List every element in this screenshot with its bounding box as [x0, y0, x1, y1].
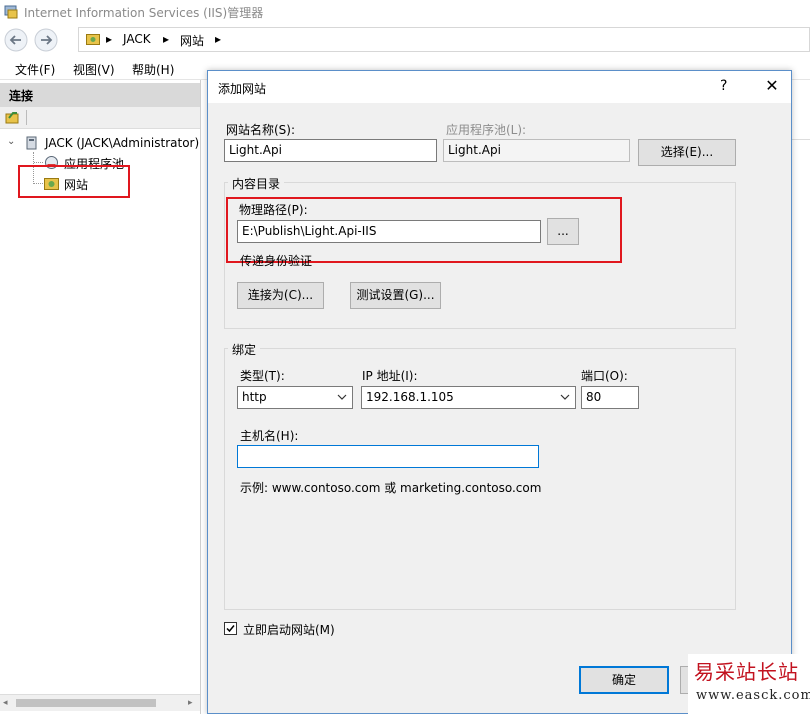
site-name-input[interactable]: Light.Api: [224, 139, 437, 162]
start-immediately-label[interactable]: 立即启动网站(M): [243, 621, 335, 638]
back-arrow-icon: [4, 28, 28, 52]
server-icon: [25, 136, 39, 153]
select-app-pool-button[interactable]: 选择(E)...: [638, 139, 736, 166]
folder-icon: [86, 33, 100, 45]
highlight-box-sites: [18, 165, 130, 198]
close-button[interactable]: ✕: [761, 75, 783, 97]
pass-through-auth-label: 传递身份验证: [240, 254, 313, 268]
divider: [790, 139, 810, 140]
host-name-input[interactable]: [237, 445, 539, 468]
port-input[interactable]: 80: [581, 386, 639, 409]
toolbar-divider: [26, 110, 27, 125]
breadcrumb-separator-icon: ▸: [215, 32, 222, 46]
type-value: http: [242, 390, 267, 404]
tree-line: [34, 162, 43, 163]
checkmark-icon: [226, 625, 235, 633]
scroll-right-icon[interactable]: ▸: [188, 698, 193, 708]
port-label: 端口(O):: [581, 369, 628, 383]
main-content-area: [790, 80, 810, 714]
binding-title: 绑定: [228, 341, 261, 358]
watermark-url: www.easck.com: [696, 688, 810, 703]
window-title: Internet Information Services (IIS)管理器: [24, 6, 264, 20]
menu-file[interactable]: 文件(F): [15, 61, 55, 78]
menu-help[interactable]: 帮助(H): [132, 61, 174, 78]
ip-address-label: IP 地址(I):: [362, 369, 418, 383]
forward-arrow-icon: [34, 28, 58, 52]
help-button[interactable]: ?: [720, 78, 727, 94]
breadcrumb-separator-icon: ▸: [163, 32, 170, 46]
app-pool-input: Light.Api: [443, 139, 630, 162]
ip-address-value: 192.168.1.105: [366, 390, 454, 404]
site-name-label: 网站名称(S):: [226, 123, 296, 137]
forward-button[interactable]: [34, 28, 58, 52]
dialog-title: 添加网站: [218, 82, 267, 96]
app-pool-label: 应用程序池(L):: [446, 123, 527, 137]
connect-icon[interactable]: [5, 110, 20, 128]
tree-collapse-icon[interactable]: ⌄: [7, 136, 15, 147]
back-button[interactable]: [4, 28, 28, 52]
start-immediately-checkbox[interactable]: [224, 622, 237, 635]
type-label: 类型(T):: [240, 369, 285, 383]
host-name-label: 主机名(H):: [240, 429, 299, 443]
breadcrumb-separator-icon: ▸: [106, 32, 113, 46]
content-directory-title: 内容目录: [228, 175, 285, 192]
scrollbar-thumb[interactable]: [16, 699, 156, 707]
iis-app-icon: [4, 4, 19, 19]
window-titlebar: Internet Information Services (IIS)管理器: [0, 0, 810, 24]
watermark-text-cn: 易采站长站: [694, 660, 799, 684]
navigation-bar: ▸ JACK ▸ 网站 ▸: [0, 24, 810, 56]
ok-button[interactable]: 确定: [579, 666, 669, 694]
tree-item-server[interactable]: JACK (JACK\Administrator): [45, 136, 199, 150]
dialog-titlebar: 添加网站 ? ✕: [208, 71, 791, 103]
ip-address-select[interactable]: 192.168.1.105: [361, 386, 576, 409]
chevron-down-icon: [560, 394, 570, 400]
watermark: 易采站长站 www.easck.com: [688, 654, 810, 714]
menu-view[interactable]: 视图(V): [73, 61, 115, 78]
scroll-left-icon[interactable]: ◂: [3, 698, 8, 708]
chevron-down-icon: [337, 394, 347, 400]
address-bar[interactable]: ▸ JACK ▸ 网站 ▸: [78, 27, 810, 52]
host-name-example: 示例: www.contoso.com 或 marketing.contoso.…: [240, 481, 542, 495]
test-settings-button[interactable]: 测试设置(G)...: [350, 282, 441, 309]
connections-pane: 连接 ⌄ JACK (JACK\Administrator) 应用程序池 网站 …: [0, 80, 201, 714]
connections-hscrollbar[interactable]: ◂ ▸: [0, 694, 200, 711]
connections-toolbar: [0, 107, 200, 129]
breadcrumb-jack[interactable]: JACK: [123, 32, 151, 46]
connect-as-button[interactable]: 连接为(C)...: [237, 282, 324, 309]
add-website-dialog: 添加网站 ? ✕ 网站名称(S): Light.Api 应用程序池(L): Li…: [207, 70, 792, 714]
connections-title: 连接: [9, 89, 34, 103]
connections-header: 连接: [0, 83, 200, 107]
breadcrumb-sites[interactable]: 网站: [180, 32, 204, 49]
type-select[interactable]: http: [237, 386, 353, 409]
